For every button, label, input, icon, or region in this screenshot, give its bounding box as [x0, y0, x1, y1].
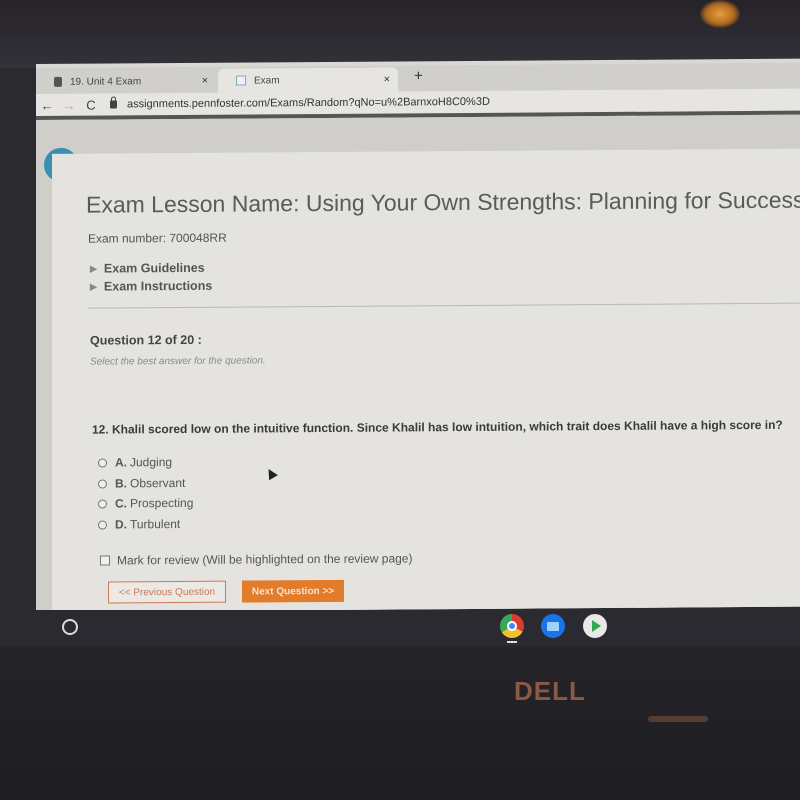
option-text: Turbulent [130, 516, 181, 532]
option-letter: C. [115, 496, 127, 511]
triangle-right-icon: ▶ [90, 281, 97, 292]
launcher-button[interactable] [62, 619, 78, 635]
mark-for-review[interactable]: Mark for review (Will be highlighted on … [100, 551, 412, 567]
lock-icon [110, 100, 117, 109]
radio-button[interactable] [98, 458, 107, 468]
option-letter: D. [115, 517, 127, 532]
option-text: Prospecting [130, 495, 194, 511]
dell-logo: DELL [514, 676, 586, 706]
forward-button[interactable]: → [58, 97, 80, 112]
document-icon [236, 75, 246, 86]
book-icon [54, 76, 62, 87]
chromeos-shelf [36, 610, 800, 646]
chrome-icon[interactable] [500, 614, 524, 638]
answer-option-c[interactable]: C. Prospecting [98, 496, 193, 511]
question-header: Question 12 of 20 : [90, 332, 202, 348]
review-checkbox[interactable] [100, 555, 110, 566]
triangle-right-icon: ▶ [90, 263, 97, 274]
exam-number: Exam number: 700048RR [88, 230, 227, 246]
laptop-bezel-bottom [0, 646, 800, 800]
url-text: assignments.pennfoster.com/Exams/Random?… [127, 95, 490, 111]
page-title: Exam Lesson Name: Using Your Own Strengt… [86, 186, 800, 218]
tab-unit-4-exam[interactable]: 19. Unit 4 Exam × [36, 69, 216, 94]
answer-option-d[interactable]: D. Turbulent [98, 517, 180, 532]
page-content: [A Exam Lesson Name: Using Your Own Stre… [36, 114, 800, 612]
radio-button[interactable] [98, 479, 107, 489]
exam-instructions-toggle[interactable]: ▶ Exam Instructions [90, 279, 212, 294]
bezel-sticker [648, 716, 708, 722]
question-instruction: Select the best answer for the question. [90, 355, 266, 368]
close-tab-icon[interactable]: × [202, 75, 208, 87]
laptop-bezel-top [0, 0, 800, 68]
screen: 19. Unit 4 Exam × Exam × + ← → C assignm… [36, 58, 800, 612]
play-store-icon[interactable] [583, 614, 607, 638]
running-indicator [507, 641, 517, 643]
radio-button[interactable] [98, 499, 107, 509]
previous-question-button[interactable]: << Previous Question [108, 580, 226, 604]
expander-label: Exam Guidelines [103, 260, 205, 276]
option-letter: B. [115, 476, 127, 491]
option-text: Observant [130, 475, 186, 491]
answer-option-a[interactable]: A. Judging [98, 455, 172, 470]
option-text: Judging [130, 455, 173, 470]
option-letter: A. [115, 455, 127, 470]
exam-guidelines-toggle[interactable]: ▶ Exam Guidelines [90, 261, 205, 276]
answer-option-b[interactable]: B. Observant [98, 476, 185, 491]
files-icon[interactable] [541, 614, 565, 638]
expander-label: Exam Instructions [103, 278, 213, 294]
review-label: Mark for review (Will be highlighted on … [117, 551, 413, 568]
radio-button[interactable] [98, 520, 107, 530]
tab-label: Exam [254, 74, 280, 86]
reload-button[interactable]: C [80, 97, 102, 112]
light-glare [700, 0, 740, 28]
next-question-button[interactable]: Next Question >> [242, 579, 344, 603]
new-tab-button[interactable]: + [414, 67, 423, 84]
close-tab-icon[interactable]: × [384, 74, 390, 86]
tab-label: 19. Unit 4 Exam [70, 75, 142, 88]
tab-exam[interactable]: Exam × [218, 67, 398, 93]
back-button[interactable]: ← [36, 97, 58, 112]
